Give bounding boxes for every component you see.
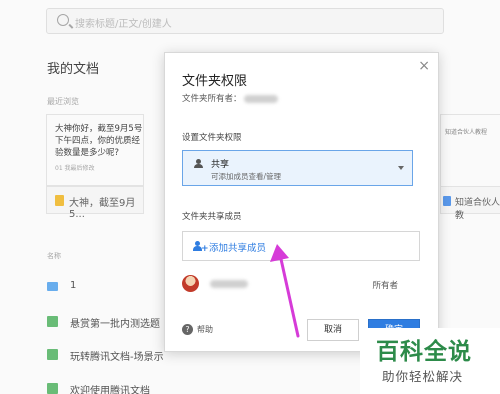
chevron-down-icon <box>398 166 404 170</box>
folder-permission-dialog: × 文件夹权限 文件夹所有者： 设置文件夹权限 共享 可添加成员查看/管理 文件… <box>164 52 439 352</box>
permission-section-label: 设置文件夹权限 <box>182 133 242 143</box>
help-link[interactable]: ? 帮助 <box>182 324 213 335</box>
permission-desc: 可添加成员查看/管理 <box>211 172 282 181</box>
close-icon[interactable]: × <box>418 58 430 74</box>
permission-select[interactable]: 共享 可添加成员查看/管理 <box>182 150 413 186</box>
folder-owner: 文件夹所有者： <box>182 92 278 104</box>
add-member-label: 添加共享成员 <box>209 243 267 254</box>
avatar <box>182 275 199 292</box>
owner-label: 文件夹所有者： <box>182 94 242 104</box>
watermark-subtitle: 助你轻松解决 <box>382 369 464 384</box>
help-label: 帮助 <box>197 325 213 334</box>
redacted-owner-name <box>243 94 278 103</box>
redacted-member-name <box>210 280 248 288</box>
members-section-label: 文件夹共享成员 <box>182 212 242 222</box>
add-user-icon: + <box>193 241 209 254</box>
member-role: 所有者 <box>372 281 398 291</box>
help-icon: ? <box>182 324 193 335</box>
permission-title: 共享 <box>211 160 230 170</box>
add-member-button[interactable]: + 添加共享成员 <box>182 231 420 261</box>
watermark-logo: 百科全说 助你轻松解决 <box>360 328 500 394</box>
watermark-title: 百科全说 <box>376 339 472 365</box>
cancel-button[interactable]: 取消 <box>307 319 359 341</box>
member-row: 所有者 <box>182 275 420 295</box>
dialog-title: 文件夹权限 <box>182 74 248 89</box>
user-icon <box>193 159 203 169</box>
